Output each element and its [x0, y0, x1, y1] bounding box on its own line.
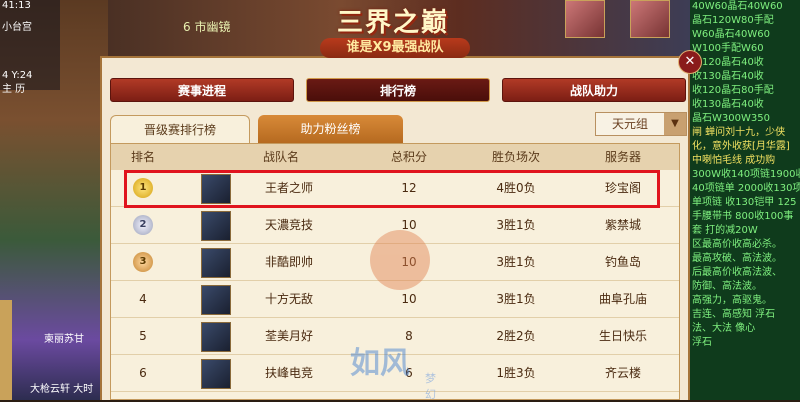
chat-line: 高强力，高驱鬼。 — [692, 295, 772, 306]
group-select-value: 天元组 — [611, 117, 648, 131]
chat-line: 收120晶石80手配 — [692, 85, 774, 96]
record-cell: 3胜1负 — [496, 292, 536, 306]
header-score: 总积分 — [390, 150, 427, 164]
watermark-sub: 梦幻 — [425, 372, 436, 401]
team-avatar — [201, 248, 231, 278]
highlight-box — [124, 170, 660, 208]
chat-line: 晶石W300W350 — [692, 113, 770, 124]
chat-line: 300W收140项链1900收 — [692, 169, 800, 180]
team-name-cell: 天濃竞技 — [264, 218, 313, 232]
chevron-down-icon[interactable]: ▼ — [664, 113, 686, 135]
record-cell: 1胜3负 — [496, 366, 536, 380]
game-scene-left: 41:13 小台宫 4 Y:24 主 历 柬丽苏甘 大枪云轩 大时 — [0, 0, 108, 400]
chat-line: 法、大法 像心 — [692, 323, 756, 334]
banner-subtitle: 谁是X9最强战队 — [320, 38, 470, 58]
server-cell: 钓鱼岛 — [604, 255, 641, 269]
player-avatar[interactable] — [565, 0, 605, 38]
team-avatar — [201, 285, 231, 315]
subtab-promotion-ranking[interactable]: 晋级赛排行榜 — [110, 115, 250, 143]
server-cell: 生日快乐 — [598, 329, 647, 343]
team-name-cell: 十方无敌 — [264, 292, 313, 306]
rank-cell: 4 — [139, 292, 147, 306]
chat-line: 中喇怕毛线 成功购 — [692, 155, 776, 166]
pet-avatar[interactable] — [630, 0, 670, 38]
server-cell: 紫禁城 — [604, 218, 641, 232]
chat-line: 手腰带书 800收100事 — [692, 211, 794, 222]
chat-line: 单项链 收130铠甲 125 — [692, 197, 797, 208]
server-cell: 齐云楼 — [604, 366, 641, 380]
chat-panel[interactable]: 40W60晶石40W60 晶石120W80手配 W60晶石40W60 W100手配W6… — [690, 0, 800, 400]
chat-line: 吉连、高感知 浮石 — [692, 309, 776, 320]
hud-status: 主 历 — [2, 84, 26, 95]
rank-medal-icon: 2 — [133, 215, 153, 235]
shop-label[interactable]: 6 市幽镜 — [183, 18, 230, 35]
watermark-character — [370, 230, 430, 290]
chat-line: 浮石 — [692, 337, 712, 348]
team-avatar — [201, 322, 231, 352]
hud-minimap[interactable]: 41:13 小台宫 4 Y:24 主 历 — [0, 0, 60, 95]
chat-line: W60晶石40W60 — [692, 29, 770, 40]
chat-line: 后最高价收高法波、 — [692, 267, 782, 278]
header-rank: 排名 — [130, 150, 155, 164]
record-cell: 3胜1负 — [496, 218, 536, 232]
team-avatar — [201, 359, 231, 389]
close-button[interactable]: ✕ — [678, 50, 702, 74]
team-avatar — [201, 211, 231, 241]
tab-leaderboard[interactable]: 排行榜 — [306, 78, 490, 102]
hud-location: 小台宫 — [2, 22, 32, 33]
team-name-cell: 非酷即帅 — [264, 255, 313, 269]
rank-cell: 5 — [139, 329, 147, 343]
chat-line: 闸 蝉问刘十九，少侠 — [692, 127, 786, 138]
watermark-text: 如风 — [350, 346, 410, 381]
team-name-cell: 荃美月好 — [264, 329, 313, 343]
chat-line: 化，意外收获[月华露] — [692, 141, 790, 152]
header-record: 胜负场次 — [491, 150, 540, 164]
chat-line: 防御、高法波。 — [692, 281, 762, 292]
side-scroll-tab[interactable] — [0, 300, 12, 400]
subtab-fan-ranking[interactable]: 助力粉丝榜 — [258, 115, 403, 143]
chat-line: 套 打的减20W — [692, 225, 758, 236]
chat-line: 最高攻破、高法波。 — [692, 253, 782, 264]
banner-title: 三界之巅 — [336, 8, 449, 38]
rank-medal-icon: 3 — [133, 252, 153, 272]
watermark: 如风 梦幻 — [350, 230, 440, 401]
header-team: 战队名 — [262, 150, 299, 164]
chat-line: 40W60晶石40W60 — [692, 1, 783, 12]
tab-team-support[interactable]: 战队助力 — [502, 78, 686, 102]
hud-coord: 4 Y:24 — [2, 70, 33, 81]
hud-time: 41:13 — [2, 0, 31, 11]
table-header: 排名 战队名 总积分 胜负场次 服务器 — [111, 144, 679, 170]
player-name-label[interactable]: 柬丽苏甘 — [44, 330, 84, 345]
chat-line: 收120晶石40收 — [692, 57, 764, 68]
rank-cell: 6 — [139, 366, 147, 380]
record-cell: 3胜1负 — [496, 255, 536, 269]
group-select[interactable]: 天元组 ▼ — [595, 112, 687, 136]
chat-line: 收130晶石40收 — [692, 99, 764, 110]
chat-line: 收130晶石40收 — [692, 71, 764, 82]
chat-line: 40项链单 2000收130项 — [692, 183, 800, 194]
event-banner: 三界之巅 谁是X9最强战队 — [278, 0, 508, 68]
team-name-cell: 扶峰电竞 — [264, 366, 313, 380]
server-cell: 曲阜孔庙 — [598, 292, 647, 306]
chat-line: 晶石120W80手配 — [692, 15, 774, 26]
record-cell: 2胜2负 — [496, 329, 536, 343]
player-name-label[interactable]: 大枪云轩 大时 — [30, 380, 93, 395]
header-server: 服务器 — [604, 150, 641, 164]
chat-line: W100手配W60 — [692, 43, 764, 54]
tab-event-progress[interactable]: 赛事进程 — [110, 78, 294, 102]
chat-line: 区最高价收高必杀。 — [692, 239, 782, 250]
